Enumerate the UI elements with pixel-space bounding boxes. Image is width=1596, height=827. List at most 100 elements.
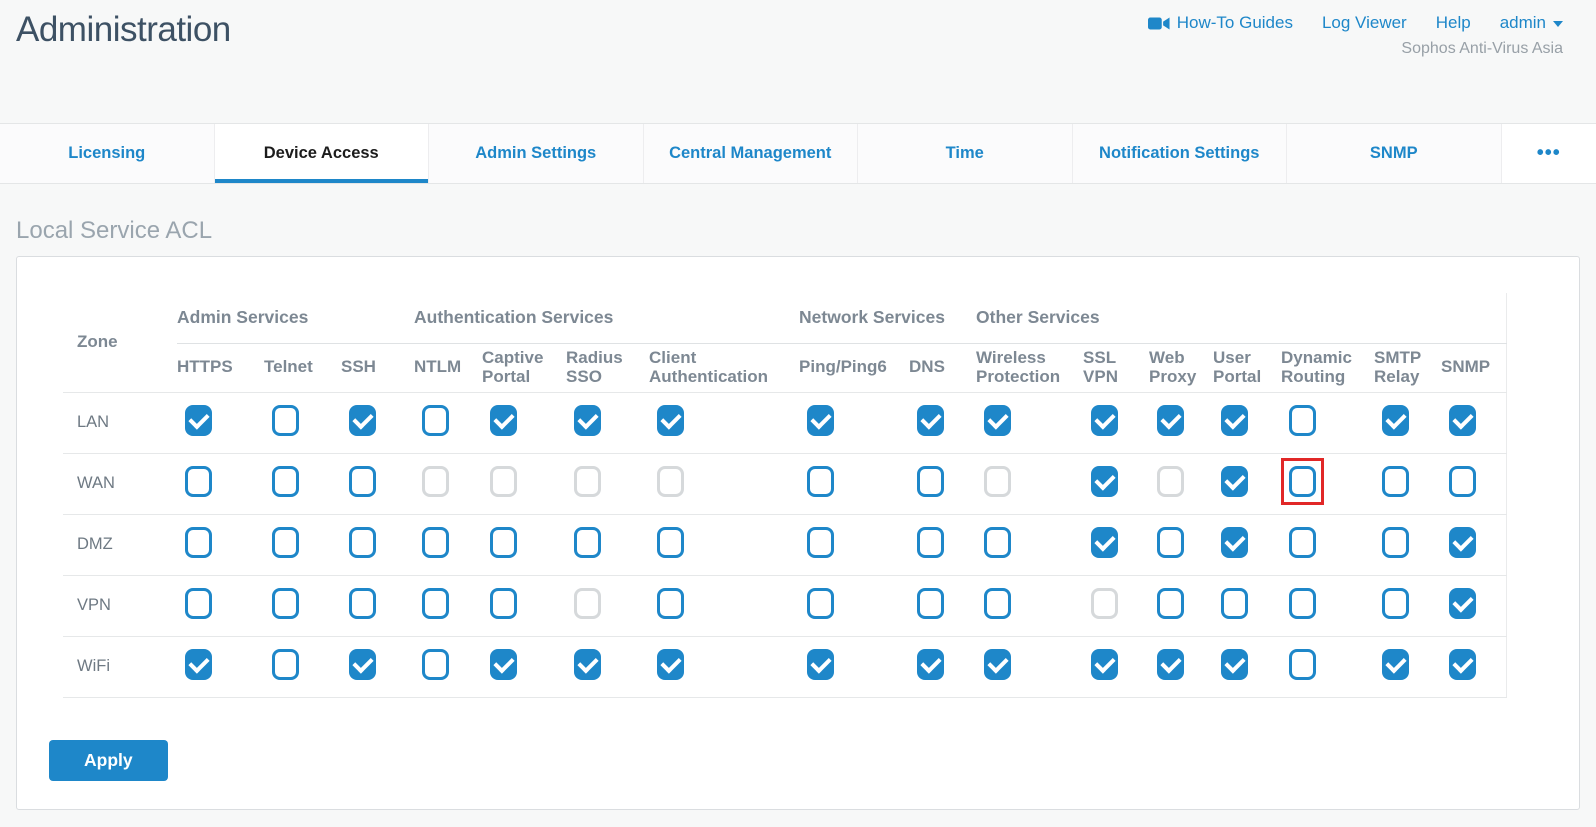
checkbox-lan-captive-portal[interactable] [490, 405, 517, 436]
checkbox-wifi-ping-ping6[interactable] [807, 649, 834, 680]
checkbox-wifi-dns[interactable] [917, 649, 944, 680]
checkbox-vpn-web-proxy[interactable] [1157, 588, 1184, 619]
checkbox-wan-ssl-vpn[interactable] [1091, 466, 1118, 497]
checkbox-dmz-ping-ping6[interactable] [807, 527, 834, 558]
tab-central-management[interactable]: Central Management [644, 124, 859, 183]
checkbox-lan-web-proxy[interactable] [1157, 405, 1184, 436]
tabs-more-button[interactable]: ••• [1502, 124, 1596, 183]
checkbox-vpn-wireless-protection[interactable] [984, 588, 1011, 619]
checkbox-dmz-dns[interactable] [917, 527, 944, 558]
checkbox-lan-ntlm[interactable] [422, 405, 449, 436]
checkbox-vpn-dynamic-routing[interactable] [1289, 588, 1316, 619]
checkbox-wan-dynamic-routing-highlighted[interactable] [1289, 466, 1316, 497]
cell-wifi-user-portal [1213, 636, 1281, 697]
apply-button[interactable]: Apply [49, 740, 168, 781]
checkbox-lan-ssl-vpn[interactable] [1091, 405, 1118, 436]
checkbox-wifi-wireless-protection[interactable] [984, 649, 1011, 680]
checkbox-lan-smtp-relay[interactable] [1382, 405, 1409, 436]
checkbox-vpn-ntlm[interactable] [422, 588, 449, 619]
checkbox-lan-dynamic-routing[interactable] [1289, 405, 1316, 436]
checkbox-wan-telnet[interactable] [272, 466, 299, 497]
cell-wan-radius-sso [566, 453, 649, 514]
checkbox-box-checked [917, 649, 944, 680]
checkbox-wan-https[interactable] [185, 466, 212, 497]
checkbox-box-checked [1091, 466, 1118, 497]
tab-notification-settings[interactable]: Notification Settings [1073, 124, 1288, 183]
checkbox-dmz-telnet[interactable] [272, 527, 299, 558]
checkbox-vpn-ping-ping6[interactable] [807, 588, 834, 619]
link-help[interactable]: Help [1436, 13, 1471, 33]
checkbox-lan-https[interactable] [185, 405, 212, 436]
checkbox-dmz-https[interactable] [185, 527, 212, 558]
checkbox-dmz-snmp[interactable] [1449, 527, 1476, 558]
checkbox-box-unchecked [349, 588, 376, 619]
checkbox-box-checked [984, 405, 1011, 436]
tab-admin-settings[interactable]: Admin Settings [429, 124, 644, 183]
checkbox-wan-snmp[interactable] [1449, 466, 1476, 497]
checkbox-lan-radius-sso[interactable] [574, 405, 601, 436]
checkbox-dmz-client-authentication[interactable] [657, 527, 684, 558]
checkbox-vpn-smtp-relay[interactable] [1382, 588, 1409, 619]
link-log-viewer[interactable]: Log Viewer [1322, 13, 1407, 33]
checkbox-wifi-dynamic-routing[interactable] [1289, 649, 1316, 680]
checkbox-vpn-ssh[interactable] [349, 588, 376, 619]
tab-device-access[interactable]: Device Access [215, 124, 430, 183]
link-how-to-guides[interactable]: How-To Guides [1148, 13, 1293, 33]
checkbox-lan-telnet[interactable] [272, 405, 299, 436]
checkbox-box-unchecked [1382, 588, 1409, 619]
checkbox-dmz-dynamic-routing[interactable] [1289, 527, 1316, 558]
cell-wifi-captive-portal [482, 636, 566, 697]
checkbox-dmz-captive-portal[interactable] [490, 527, 517, 558]
checkbox-box-unchecked [807, 527, 834, 558]
checkbox-wan-smtp-relay[interactable] [1382, 466, 1409, 497]
checkbox-dmz-web-proxy[interactable] [1157, 527, 1184, 558]
checkbox-wifi-telnet[interactable] [272, 649, 299, 680]
checkbox-wan-dns[interactable] [917, 466, 944, 497]
checkbox-vpn-user-portal[interactable] [1221, 588, 1248, 619]
checkbox-wifi-web-proxy[interactable] [1157, 649, 1184, 680]
checkbox-dmz-ssl-vpn[interactable] [1091, 527, 1118, 558]
checkbox-dmz-user-portal[interactable] [1221, 527, 1248, 558]
checkbox-lan-ssh[interactable] [349, 405, 376, 436]
checkbox-dmz-ntlm[interactable] [422, 527, 449, 558]
checkbox-dmz-radius-sso[interactable] [574, 527, 601, 558]
checkbox-vpn-client-authentication[interactable] [657, 588, 684, 619]
checkbox-vpn-dns[interactable] [917, 588, 944, 619]
checkbox-wan-user-portal[interactable] [1221, 466, 1248, 497]
checkbox-wan-ping-ping6[interactable] [807, 466, 834, 497]
checkbox-wan-ssh[interactable] [349, 466, 376, 497]
checkbox-wifi-ssl-vpn[interactable] [1091, 649, 1118, 680]
checkbox-lan-wireless-protection[interactable] [984, 405, 1011, 436]
checkbox-wifi-radius-sso[interactable] [574, 649, 601, 680]
checkbox-lan-ping-ping6[interactable] [807, 405, 834, 436]
checkbox-lan-user-portal[interactable] [1221, 405, 1248, 436]
checkbox-wifi-snmp[interactable] [1449, 649, 1476, 680]
checkbox-dmz-wireless-protection[interactable] [984, 527, 1011, 558]
col-header-dns: DNS [909, 343, 976, 392]
checkbox-wifi-ssh[interactable] [349, 649, 376, 680]
link-admin[interactable]: admin [1500, 13, 1563, 33]
checkbox-dmz-smtp-relay[interactable] [1382, 527, 1409, 558]
checkbox-wifi-captive-portal[interactable] [490, 649, 517, 680]
checkbox-box-unchecked [574, 527, 601, 558]
checkbox-vpn-snmp[interactable] [1449, 588, 1476, 619]
checkbox-lan-dns[interactable] [917, 405, 944, 436]
checkbox-wifi-client-authentication[interactable] [657, 649, 684, 680]
zone-row-dmz: DMZ [63, 514, 1506, 575]
checkbox-wifi-ntlm[interactable] [422, 649, 449, 680]
checkbox-lan-client-authentication[interactable] [657, 405, 684, 436]
checkbox-vpn-https[interactable] [185, 588, 212, 619]
link-label: Log Viewer [1322, 13, 1407, 33]
checkbox-wifi-user-portal[interactable] [1221, 649, 1248, 680]
checkbox-lan-snmp[interactable] [1449, 405, 1476, 436]
checkbox-wifi-https[interactable] [185, 649, 212, 680]
tab-snmp[interactable]: SNMP [1287, 124, 1502, 183]
checkbox-box-unchecked [422, 588, 449, 619]
checkbox-wifi-smtp-relay[interactable] [1382, 649, 1409, 680]
tab-licensing[interactable]: Licensing [0, 124, 215, 183]
tab-time[interactable]: Time [858, 124, 1073, 183]
cell-vpn-dns [909, 575, 976, 636]
checkbox-dmz-ssh[interactable] [349, 527, 376, 558]
checkbox-vpn-telnet[interactable] [272, 588, 299, 619]
checkbox-vpn-captive-portal[interactable] [490, 588, 517, 619]
